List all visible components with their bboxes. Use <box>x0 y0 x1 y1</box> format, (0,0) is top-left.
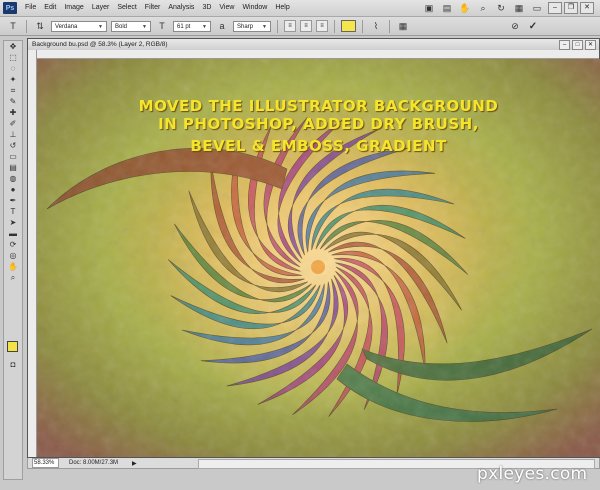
text-color-swatch[interactable] <box>341 20 356 32</box>
align-right-icon[interactable]: ≡ <box>316 20 328 32</box>
menu-3d[interactable]: 3D <box>198 0 215 16</box>
chevron-down-icon: ▼ <box>142 23 147 30</box>
minimize-icon[interactable]: – <box>559 40 570 50</box>
align-left-icon[interactable]: ≡ <box>284 20 296 32</box>
ruler-horizontal <box>36 50 599 59</box>
watermark: pxleyes.com <box>477 464 588 484</box>
screen-mode-icon[interactable]: ▭ <box>530 2 544 15</box>
lasso-tool-icon[interactable]: ◌ <box>4 63 22 74</box>
align-center-icon[interactable]: ≡ <box>300 20 312 32</box>
healing-brush-tool-icon[interactable]: ✚ <box>4 107 22 118</box>
launch-bridge-icon[interactable]: ▣ <box>422 2 436 15</box>
zoom-tool-icon[interactable]: ⌕ <box>476 2 490 15</box>
character-panel-icon[interactable]: ▦ <box>396 20 410 33</box>
history-brush-tool-icon[interactable]: ↺ <box>4 140 22 151</box>
chevron-down-icon: ▼ <box>98 23 103 30</box>
menu-bar: Ps File Edit Image Layer Select Filter A… <box>0 0 600 17</box>
shape-tool-icon[interactable]: ▬ <box>4 228 22 239</box>
zoom-level-field[interactable]: 58.33% <box>32 458 59 468</box>
font-style-select[interactable]: Bold ▼ <box>111 20 151 32</box>
menu-window[interactable]: Window <box>238 0 271 16</box>
magic-wand-tool-icon[interactable]: ✦ <box>4 74 22 85</box>
toggle-orientation-icon[interactable]: ⇅ <box>33 20 47 33</box>
menu-file[interactable]: File <box>21 0 40 16</box>
marquee-tool-icon[interactable]: ⬚ <box>4 52 22 63</box>
tools-panel: ✥ ⬚ ◌ ✦ ⌗ ✎ ✚ ✐ ⊥ ↺ ▭ ▤ ◍ ● ✒ T ➤ ▬ ⟳ ◎ … <box>3 40 23 480</box>
menu-right-controls: ▣ ▤ ✋ ⌕ ↻ ▦ ▭ – ❐ ✕ <box>422 2 600 15</box>
menu-help[interactable]: Help <box>271 0 293 16</box>
eraser-tool-icon[interactable]: ▭ <box>4 151 22 162</box>
divider <box>26 19 27 33</box>
view-extras-icon[interactable]: ▤ <box>440 2 454 15</box>
options-bar: T ⇅ Verdana ▼ Bold ▼ T 61 pt ▼ a Sharp ▼ ≡ ≡… <box>0 17 600 36</box>
divider <box>362 19 363 33</box>
minimize-icon[interactable]: – <box>548 2 562 14</box>
pen-tool-icon[interactable]: ✒ <box>4 195 22 206</box>
chevron-down-icon: ▼ <box>202 23 207 30</box>
document-window: Background bu.psd @ 58.3% (Layer 2, RGB/… <box>27 38 600 458</box>
antialias-icon: a <box>219 20 225 31</box>
eyedropper-tool-icon[interactable]: ✎ <box>4 96 22 107</box>
menu-select[interactable]: Select <box>113 0 140 16</box>
zoom-tool-icon[interactable]: ⌕ <box>4 272 22 283</box>
menu-layer[interactable]: Layer <box>88 0 114 16</box>
caption-line-1: MOVED THE ILLUSTRATOR BACKGROUND <box>138 97 499 115</box>
menu-analysis[interactable]: Analysis <box>164 0 198 16</box>
menu-image[interactable]: Image <box>60 0 87 16</box>
menu-edit[interactable]: Edit <box>40 0 60 16</box>
window-controls: – ❐ ✕ <box>548 2 594 14</box>
close-icon[interactable]: ✕ <box>585 40 596 50</box>
brush-tool-icon[interactable]: ✐ <box>4 118 22 129</box>
dodge-tool-icon[interactable]: ● <box>4 184 22 195</box>
document-window-controls: – □ ✕ <box>559 39 599 50</box>
move-tool-icon[interactable]: ✥ <box>4 41 22 52</box>
crop-tool-icon[interactable]: ⌗ <box>4 85 22 96</box>
type-tool-icon[interactable]: T <box>6 20 20 33</box>
warp-text-icon[interactable]: ⌇ <box>369 20 383 33</box>
cancel-edit-icon[interactable]: ⊘ <box>508 20 522 33</box>
divider <box>334 19 335 33</box>
gradient-tool-icon[interactable]: ▤ <box>4 162 22 173</box>
3d-rotate-tool-icon[interactable]: ⟳ <box>4 239 22 250</box>
blur-tool-icon[interactable]: ◍ <box>4 173 22 184</box>
3d-orbit-tool-icon[interactable]: ◎ <box>4 250 22 261</box>
divider <box>389 19 390 33</box>
type-tool-icon[interactable]: T <box>4 206 22 217</box>
hand-tool-icon[interactable]: ✋ <box>458 2 472 15</box>
hand-tool-icon[interactable]: ✋ <box>4 261 22 272</box>
maximize-icon[interactable]: □ <box>572 40 583 50</box>
antialias-select[interactable]: Sharp ▼ <box>233 20 271 32</box>
font-family-select[interactable]: Verdana ▼ <box>51 20 107 32</box>
quick-mask-icon[interactable]: ◘ <box>4 359 22 370</box>
rotate-view-icon[interactable]: ↻ <box>494 2 508 15</box>
font-size-icon: T <box>159 20 165 31</box>
font-size-select[interactable]: 61 pt ▼ <box>173 20 211 32</box>
photoshop-logo: Ps <box>3 2 17 14</box>
ruler-vertical <box>28 50 37 457</box>
commit-edit-icon[interactable]: ✓ <box>526 20 540 33</box>
image-canvas[interactable]: MOVED THE ILLUSTRATOR BACKGROUND IN PHOT… <box>37 59 600 457</box>
status-menu-arrow-icon[interactable]: ▶ <box>132 460 137 467</box>
document-size-info: Doc: 8.00M/27.3M <box>69 460 119 466</box>
path-selection-tool-icon[interactable]: ➤ <box>4 217 22 228</box>
menu-view[interactable]: View <box>215 0 238 16</box>
menu-filter[interactable]: Filter <box>141 0 165 16</box>
arrange-documents-icon[interactable]: ▦ <box>512 2 526 15</box>
restore-icon[interactable]: ❐ <box>564 2 578 14</box>
caption-line-3: BEVEL & EMBOSS, GRADIENT <box>190 137 447 155</box>
document-title: Background bu.psd @ 58.3% (Layer 2, RGB/… <box>32 41 168 48</box>
foreground-color-swatch[interactable] <box>7 341 18 352</box>
caption-line-2: IN PHOTOSHOP, ADDED DRY BRUSH, <box>158 115 479 133</box>
chevron-down-icon: ▼ <box>262 23 267 30</box>
clone-stamp-tool-icon[interactable]: ⊥ <box>4 129 22 140</box>
divider <box>277 19 278 33</box>
close-icon[interactable]: ✕ <box>580 2 594 14</box>
